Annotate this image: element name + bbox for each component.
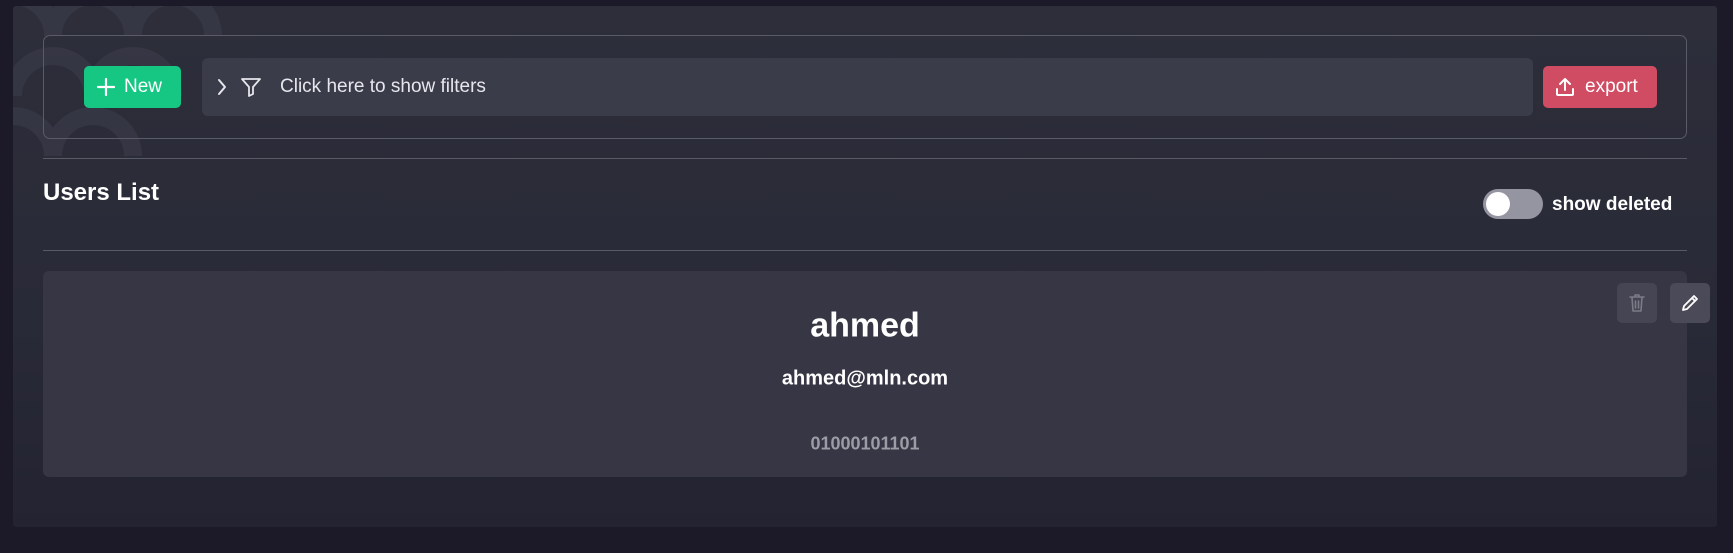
divider — [43, 250, 1687, 251]
toggle-knob — [1486, 192, 1510, 216]
divider — [43, 158, 1687, 159]
chevron-right-icon — [216, 78, 228, 96]
user-email: ahmed@mln.com — [781, 367, 949, 390]
plus-icon — [96, 77, 116, 97]
show-deleted-toggle[interactable] — [1483, 189, 1543, 219]
toolbar: New Click here to show filters export — [43, 35, 1687, 139]
funnel-icon — [240, 76, 262, 98]
main-panel: New Click here to show filters export Us… — [13, 6, 1717, 527]
new-button[interactable]: New — [84, 66, 181, 108]
filter-toggle-bar[interactable]: Click here to show filters — [202, 58, 1533, 116]
export-button[interactable]: export — [1543, 66, 1657, 108]
user-name: ahmed — [810, 306, 920, 345]
user-phone: 01000101101 — [810, 433, 920, 454]
filter-label: Click here to show filters — [280, 76, 486, 97]
section-title: Users List — [43, 179, 160, 206]
user-card: ahmed ahmed@mln.com 01000101101 — [43, 271, 1710, 477]
upload-icon — [1554, 76, 1576, 98]
export-button-label: export — [1585, 76, 1638, 97]
new-button-label: New — [124, 76, 163, 97]
show-deleted-label: show deleted — [1552, 194, 1673, 215]
